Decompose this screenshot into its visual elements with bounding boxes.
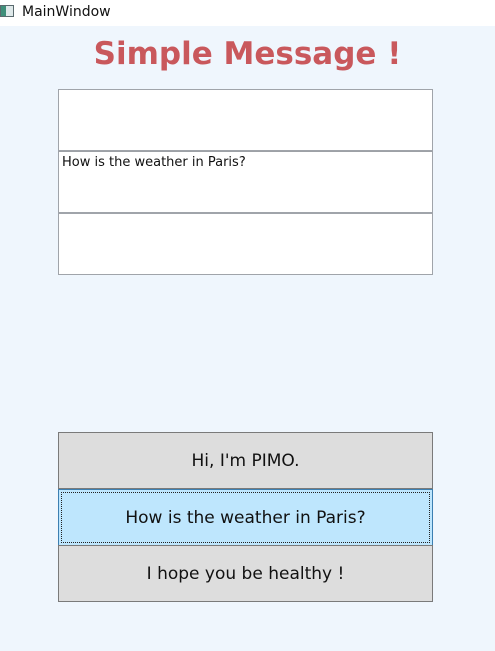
choice-button-label: I hope you be healthy !: [146, 563, 345, 584]
main-window: MainWindow Simple Message ! How is the w…: [0, 0, 495, 651]
message-box-3: [58, 213, 433, 275]
choice-button-healthy[interactable]: I hope you be healthy !: [58, 545, 433, 602]
page-title: Simple Message !: [93, 36, 402, 72]
message-box-1: [58, 89, 433, 151]
client-area: Simple Message ! How is the weather in P…: [0, 26, 495, 651]
app-window-icon: [0, 5, 14, 17]
choice-button-weather[interactable]: How is the weather in Paris?: [58, 489, 433, 546]
window-title: MainWindow: [22, 4, 111, 20]
message-text: How is the weather in Paris?: [62, 155, 246, 170]
title-bar[interactable]: MainWindow: [0, 0, 495, 26]
message-box-2: How is the weather in Paris?: [58, 151, 433, 213]
choice-button-label: Hi, I'm PIMO.: [191, 450, 300, 471]
choice-button-label: How is the weather in Paris?: [125, 507, 366, 528]
choice-button-greeting[interactable]: Hi, I'm PIMO.: [58, 432, 433, 489]
